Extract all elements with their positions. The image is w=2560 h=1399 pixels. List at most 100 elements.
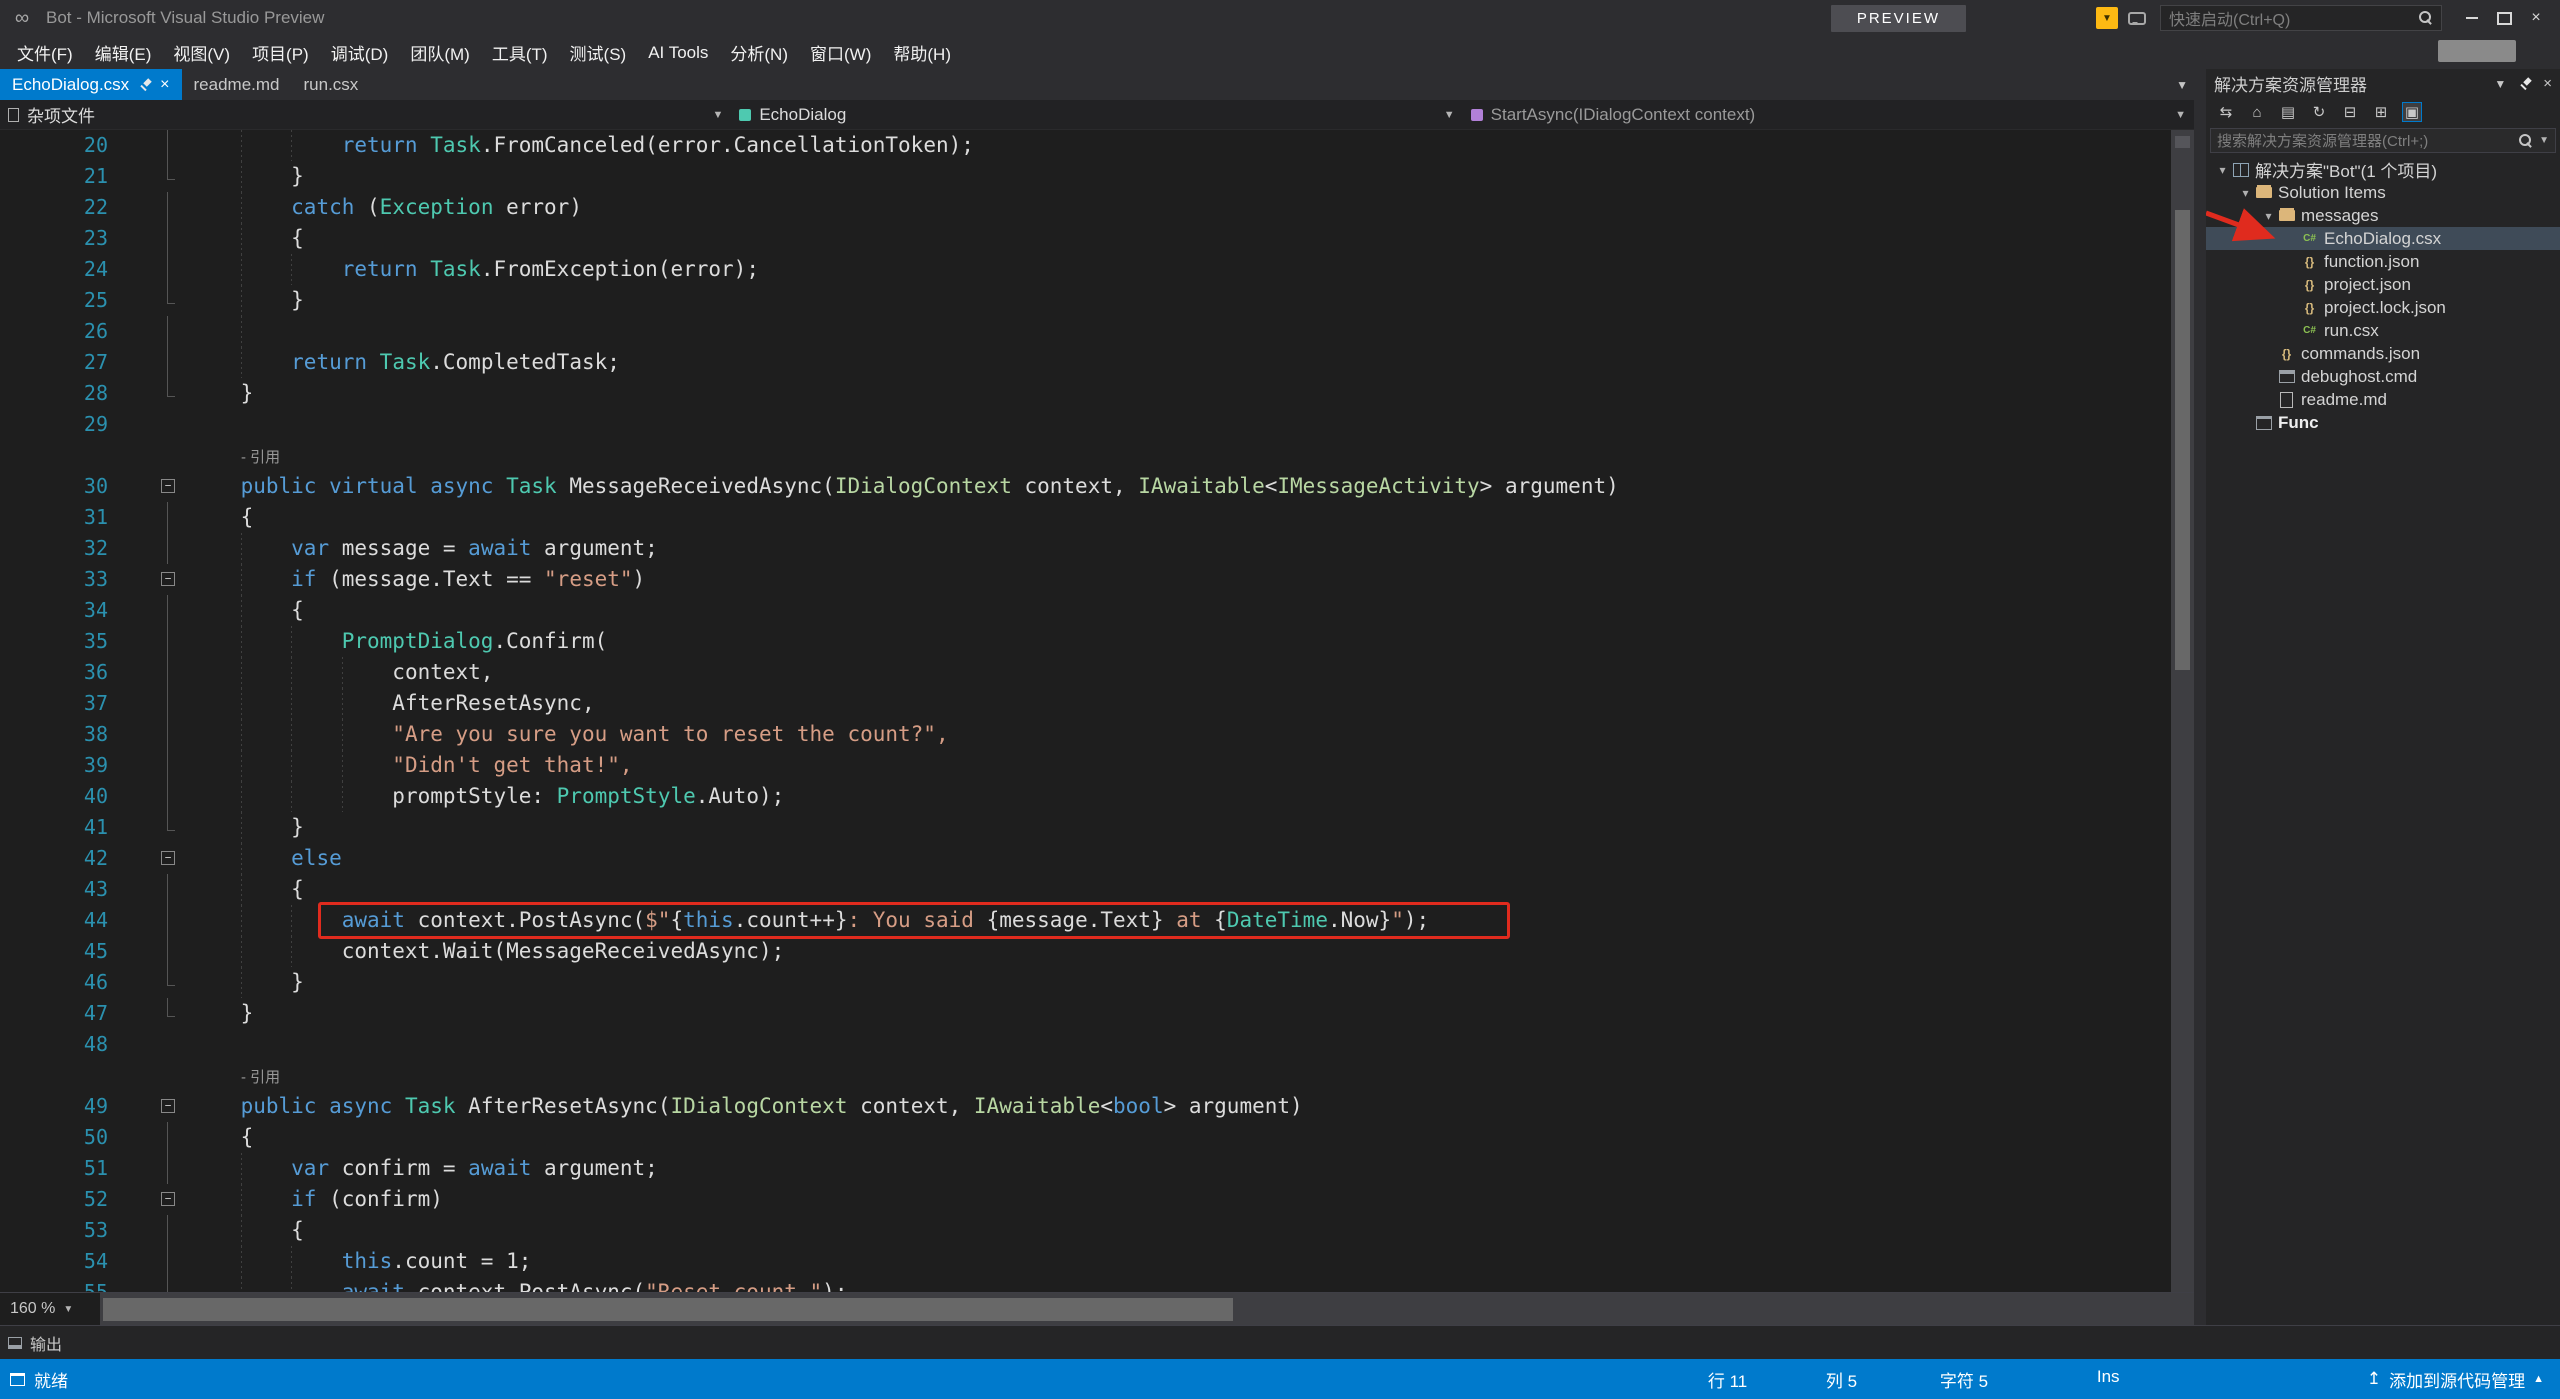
code-line-25[interactable]: 25 }: [0, 285, 2171, 316]
vertical-scrollbar[interactable]: [2171, 130, 2194, 1292]
tree-item-commands-json[interactable]: {}commands.json: [2206, 342, 2560, 365]
tab-readme-md[interactable]: readme.md: [182, 69, 292, 100]
fold-collapse-icon[interactable]: −: [161, 1192, 175, 1206]
codelens-references[interactable]: - 引用: [241, 1069, 280, 1086]
member-dropdown[interactable]: StartAsync(IDialogContext context) ▼: [1463, 100, 2194, 129]
menu-item-f[interactable]: 文件(F): [6, 35, 84, 70]
document-list-chevron-icon[interactable]: ▼: [2176, 78, 2194, 92]
menu-item-w[interactable]: 窗口(W): [799, 35, 882, 70]
account-badge-redacted[interactable]: [2438, 40, 2516, 62]
menu-item-ai-tools[interactable]: AI Tools: [637, 38, 719, 68]
code-line-53[interactable]: 53 {: [0, 1215, 2171, 1246]
back-forward-icon[interactable]: ⇆: [2216, 102, 2236, 122]
menu-item-n[interactable]: 分析(N): [719, 35, 799, 70]
solution-search-input[interactable]: 搜索解决方案资源管理器(Ctrl+;) ▼: [2210, 128, 2556, 153]
code-line-43[interactable]: 43 {: [0, 874, 2171, 905]
feedback-icon[interactable]: [2128, 12, 2146, 25]
preview-selected-icon[interactable]: ▣: [2402, 102, 2422, 122]
expanded-arrow-icon[interactable]: ▾: [2260, 209, 2277, 223]
pending-changes-icon[interactable]: ▤: [2278, 102, 2298, 122]
tree-item-messages[interactable]: ▾messages: [2206, 204, 2560, 227]
fold-collapse-icon[interactable]: −: [161, 572, 175, 586]
tree-item-run-csx[interactable]: C#run.csx: [2206, 319, 2560, 342]
code-line-54[interactable]: 54 this.count = 1;: [0, 1246, 2171, 1277]
code-line-34[interactable]: 34 {: [0, 595, 2171, 626]
menu-item-t[interactable]: 工具(T): [481, 35, 559, 70]
code-line-37[interactable]: 37 AfterResetAsync,: [0, 688, 2171, 719]
code-line-23[interactable]: 23 {: [0, 223, 2171, 254]
code-line-36[interactable]: 36 context,: [0, 657, 2171, 688]
code-line-46[interactable]: 46 }: [0, 967, 2171, 998]
code-line-31[interactable]: 31 {: [0, 502, 2171, 533]
project-dropdown[interactable]: 杂项文件 ▼: [0, 100, 731, 129]
code-line-44[interactable]: 44 await context.PostAsync($"{this.count…: [0, 905, 2171, 936]
tree-item-project-json[interactable]: {}project.json: [2206, 273, 2560, 296]
code-line-24[interactable]: 24 return Task.FromException(error);: [0, 254, 2171, 285]
code-line-21[interactable]: 21 }: [0, 161, 2171, 192]
code-line-26[interactable]: 26: [0, 316, 2171, 347]
code-line-30[interactable]: 30− public virtual async Task MessageRec…: [0, 471, 2171, 502]
code-line-47[interactable]: 47 }: [0, 998, 2171, 1029]
tree-item-debughost-cmd[interactable]: debughost.cmd: [2206, 365, 2560, 388]
code-line-32[interactable]: 32 var message = await argument;: [0, 533, 2171, 564]
menu-item-m[interactable]: 团队(M): [399, 35, 480, 70]
code-line-22[interactable]: 22 catch (Exception error): [0, 192, 2171, 223]
panel-splitter[interactable]: [2194, 69, 2206, 1325]
code-line-49[interactable]: 49− public async Task AfterResetAsync(ID…: [0, 1091, 2171, 1122]
tree-item-bot-1[interactable]: ▾解决方案"Bot"(1 个项目): [2206, 158, 2560, 181]
menu-item-s[interactable]: 测试(S): [559, 35, 638, 70]
close-window-button[interactable]: ×: [2520, 5, 2552, 31]
code-line-27[interactable]: 27 return Task.CompletedTask;: [0, 347, 2171, 378]
tab-echodialog-csx[interactable]: EchoDialog.csx×: [0, 69, 182, 100]
vertical-scrollbar-thumb[interactable]: [2175, 210, 2190, 670]
code-line-33[interactable]: 33− if (message.Text == "reset"): [0, 564, 2171, 595]
close-panel-icon[interactable]: ×: [2543, 75, 2552, 92]
code-line-51[interactable]: 51 var confirm = await argument;: [0, 1153, 2171, 1184]
menu-item-p[interactable]: 项目(P): [241, 35, 320, 70]
close-icon[interactable]: ×: [160, 76, 169, 94]
codelens-references[interactable]: - 引用: [241, 449, 280, 466]
add-to-source-control-button[interactable]: ↥ 添加到源代码管理 ▲: [2367, 1367, 2544, 1392]
code-line-42[interactable]: 42− else: [0, 843, 2171, 874]
menu-item-h[interactable]: 帮助(H): [882, 35, 962, 70]
code-line-20[interactable]: 20 return Task.FromCanceled(error.Cancel…: [0, 130, 2171, 161]
sync-icon[interactable]: ↻: [2309, 102, 2329, 122]
maximize-button[interactable]: [2488, 5, 2520, 31]
code-line-29[interactable]: 29: [0, 409, 2171, 440]
tree-item-readme-md[interactable]: readme.md: [2206, 388, 2560, 411]
code-line-38[interactable]: 38 "Are you sure you want to reset the c…: [0, 719, 2171, 750]
fold-collapse-icon[interactable]: −: [161, 851, 175, 865]
expanded-arrow-icon[interactable]: ▾: [2214, 163, 2231, 177]
solution-explorer-header[interactable]: 解决方案资源管理器 ▼ ×: [2206, 69, 2560, 98]
window-position-chevron-icon[interactable]: ▼: [2494, 77, 2506, 91]
code-line-40[interactable]: 40 promptStyle: PromptStyle.Auto);: [0, 781, 2171, 812]
horizontal-scrollbar-thumb[interactable]: [103, 1298, 1233, 1321]
home-icon[interactable]: ⌂: [2247, 102, 2267, 122]
pin-icon[interactable]: [138, 78, 151, 92]
code-line-28[interactable]: 28 }: [0, 378, 2171, 409]
minimize-button[interactable]: [2456, 5, 2488, 31]
code-line-41[interactable]: 41 }: [0, 812, 2171, 843]
code-line-35[interactable]: 35 PromptDialog.Confirm(: [0, 626, 2171, 657]
show-all-files-icon[interactable]: ⊞: [2371, 102, 2391, 122]
code-line-52[interactable]: 52− if (confirm): [0, 1184, 2171, 1215]
horizontal-scrollbar[interactable]: [100, 1293, 2194, 1325]
quick-launch-input[interactable]: 快速启动(Ctrl+Q): [2160, 5, 2442, 31]
tree-item-echodialog-csx[interactable]: C#EchoDialog.csx: [2206, 227, 2560, 250]
output-panel-header[interactable]: 输出: [0, 1325, 2560, 1359]
tree-item-solution-items[interactable]: ▾Solution Items: [2206, 181, 2560, 204]
fold-collapse-icon[interactable]: −: [161, 1099, 175, 1113]
expanded-arrow-icon[interactable]: ▾: [2237, 186, 2254, 200]
code-line-50[interactable]: 50 {: [0, 1122, 2171, 1153]
code-editor[interactable]: 20 return Task.FromCanceled(error.Cancel…: [0, 130, 2194, 1292]
scrollbar-grip[interactable]: [2175, 136, 2190, 148]
notifications-icon[interactable]: ▼: [2096, 7, 2118, 29]
code-line-55[interactable]: 55 await context.PostAsync("Reset count.…: [0, 1277, 2171, 1292]
tree-item-project-lock-json[interactable]: {}project.lock.json: [2206, 296, 2560, 319]
code-line-45[interactable]: 45 context.Wait(MessageReceivedAsync);: [0, 936, 2171, 967]
fold-collapse-icon[interactable]: −: [161, 479, 175, 493]
tree-item-function-json[interactable]: {}function.json: [2206, 250, 2560, 273]
collapse-all-icon[interactable]: ⊟: [2340, 102, 2360, 122]
type-dropdown[interactable]: EchoDialog ▼: [731, 100, 1462, 129]
zoom-control[interactable]: 160 % ▼: [0, 1293, 100, 1325]
